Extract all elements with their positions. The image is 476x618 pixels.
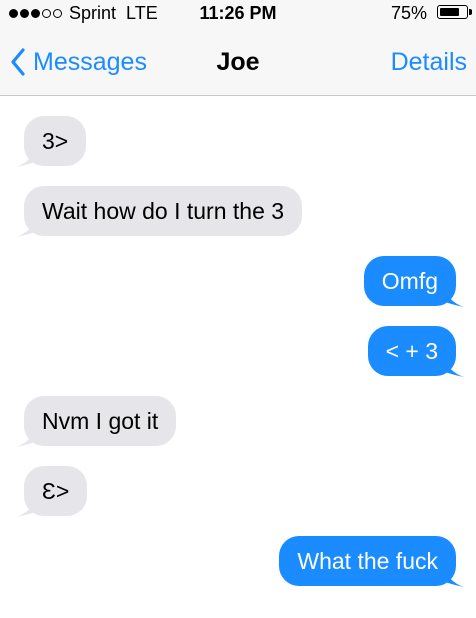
bubble-tail <box>16 495 38 517</box>
message-bubble-outgoing[interactable]: Omfg <box>363 256 464 307</box>
message-text: Omfg <box>381 268 438 294</box>
status-bar: Sprint LTE 11:26 PM 75% <box>0 0 476 28</box>
message-text: What the fuck <box>297 548 438 574</box>
message-bubble-incoming[interactable]: Wait how do I turn the 3 <box>16 186 303 237</box>
bubble-tail <box>16 145 38 167</box>
bubble-tail <box>442 565 464 587</box>
message-text: Ɛ> <box>42 478 70 504</box>
battery-icon <box>437 5 468 19</box>
battery-tip <box>469 9 472 15</box>
details-button[interactable]: Details <box>391 48 467 77</box>
battery-percentage: 75% <box>390 3 427 23</box>
message-text: 3> <box>42 128 69 154</box>
bubble-tail <box>16 215 38 237</box>
navigation-bar: Messages Joe Details <box>0 28 476 96</box>
message-bubble-incoming[interactable]: Ɛ> <box>16 466 88 517</box>
message-bubble-outgoing[interactable]: < + 3 <box>367 326 464 377</box>
bubble-tail <box>442 285 464 307</box>
message-bubble-incoming[interactable]: 3> <box>16 116 87 167</box>
message-text: Nvm I got it <box>42 408 159 434</box>
message-bubble-incoming[interactable]: Nvm I got it <box>16 396 177 447</box>
message-text: Wait how do I turn the 3 <box>42 198 285 224</box>
message-bubble-outgoing[interactable]: What the fuck <box>279 536 464 587</box>
bubble-tail <box>442 355 464 377</box>
bubble-tail <box>16 425 38 447</box>
message-text: < + 3 <box>385 338 438 364</box>
battery-level <box>439 7 459 16</box>
